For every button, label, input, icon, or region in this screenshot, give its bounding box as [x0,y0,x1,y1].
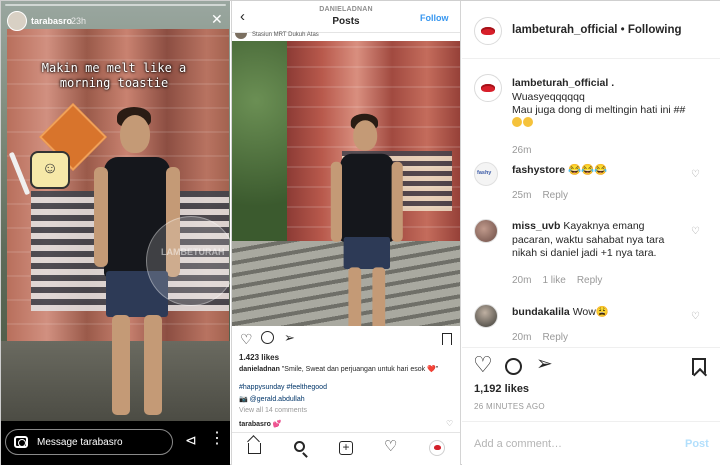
comment-heart-icon[interactable]: ♡ [446,419,453,428]
comment-time: 25m [512,190,532,201]
post-caption: danieladnan "Smile, Sweat dan perjuangan… [239,365,457,374]
close-icon[interactable]: ✕ [211,12,223,26]
caption-username[interactable]: lambeturah_official . [512,77,614,89]
account-header-line: lambeturah_official • Following [512,24,682,36]
caption-username[interactable]: danieladnan [239,366,280,373]
share-icon[interactable]: ➢ [284,330,295,346]
comment-item: miss_uvb Kayaknya emang pacaran, waktu s… [512,220,684,261]
comment-meta: 25m Reply [512,190,579,201]
commenter-avatar[interactable] [474,219,498,243]
post-hashtags[interactable]: #happysunday #feelthegood [239,384,327,391]
comment-like-heart-icon[interactable]: ♡ [691,311,700,322]
comment-time: 20m [512,332,532,343]
commenter-avatar[interactable] [474,304,498,328]
share-icon[interactable]: ➢ [536,354,553,374]
bookmark-icon[interactable] [692,358,706,375]
search-icon[interactable] [294,441,305,452]
follow-button[interactable]: Follow [420,13,449,23]
comment-text: Wow😩 [572,306,609,318]
watermark-logo: LAMBETURAH [146,216,230,306]
desktop-comments-panel: lambeturah_official • Following lambetur… [462,1,720,465]
post-likes-count[interactable]: 1.423 likes [239,353,279,362]
post-header: ‹ DANIELADNAN Posts Follow [232,1,460,33]
post-owner-username: DANIELADNAN [319,6,373,13]
comment-time: 20m [512,275,532,286]
comment-item: fashystore 😂😂😂 [512,164,682,178]
post-action-bar: ♡ ➢ [232,330,460,350]
first-comment: tarabasro 💕 [239,421,282,428]
direct-message-icon[interactable]: ⊲ [185,433,197,447]
account-username[interactable]: lambeturah_official [512,24,617,36]
profile-avatar-icon[interactable] [429,440,445,456]
commenter-avatar[interactable] [474,162,498,186]
activity-heart-icon[interactable]: ♡ [384,439,397,455]
caption-text: "Smile, Sweat dan perjuangan untuk hari … [281,366,439,373]
story-progress-bar [5,4,226,6]
post-photo[interactable] [232,41,460,326]
story-message-placeholder: Message tarabasro [37,437,123,448]
add-comment-row: Post [462,421,720,465]
like-heart-icon[interactable]: ♡ [240,331,253,347]
screenshot-collage: LAMBETURAH tarabasro 23h ✕ Makin me melt… [0,0,720,465]
caption-text: Wuasyeqqqqqq Mau juga dong di meltingin … [512,91,712,130]
post-comment-button[interactable]: Post [685,438,709,450]
bookmark-icon[interactable] [442,333,452,345]
account-avatar[interactable] [474,17,502,45]
comment-like-heart-icon[interactable]: ♡ [691,169,700,180]
comment-username[interactable]: fashystore [512,164,565,176]
caption-timestamp: 26m [512,145,532,156]
post-avatar[interactable] [235,33,247,39]
reply-button[interactable]: Reply [577,275,603,286]
camera-icon[interactable] [14,436,28,448]
story-viewer: LAMBETURAH tarabasro 23h ✕ Makin me melt… [1,1,230,465]
more-options-icon[interactable]: ⋮ [209,431,225,447]
story-caption: Makin me melt like a morning toastie [41,61,187,90]
emoji-icon [512,117,522,127]
following-button[interactable]: Following [628,24,682,36]
camera-emoji-icon: 📷 [239,396,248,403]
comment-icon[interactable] [505,358,522,375]
comment-username[interactable]: bundakalila [512,306,570,318]
story-username[interactable]: tarabasro [31,16,72,26]
bottom-tab-bar: + ♡ [232,432,460,465]
add-comment-input[interactable] [474,434,674,454]
post-location[interactable]: Stasiun MRT Dukuh Atas [252,32,319,38]
story-reply-bar: Message tarabasro ⊲ ⋮ [1,421,230,465]
story-timestamp: 23h [71,16,87,26]
desktop-action-bar: ♡ ➢ [462,347,720,387]
post-timestamp: 26 MINUTES AGO [474,402,545,411]
comment-item: bundakalila Wow😩 [512,306,682,320]
emoji-icon [523,117,533,127]
comment-like-heart-icon[interactable]: ♡ [691,226,700,237]
add-post-icon[interactable]: + [339,441,353,455]
comment-meta: 20m Reply [512,332,579,343]
story-avatar[interactable] [7,11,27,31]
mobile-post-view: ‹ DANIELADNAN Posts Follow Stasiun MRT D… [231,1,461,465]
reply-button[interactable]: Reply [542,332,568,343]
smile-face-icon: ☺ [41,160,59,177]
view-all-comments-link[interactable]: View all 14 comments [239,407,307,414]
post-credit: 📷 @gerald.abdullah [239,395,305,403]
comment-meta: 20m 1 like Reply [512,275,613,286]
home-icon[interactable] [248,443,261,454]
comments-header: lambeturah_official • Following [462,1,720,59]
comment-username[interactable]: miss_uvb [512,220,560,232]
post-likes-count[interactable]: 1,192 likes [474,383,529,395]
credit-mention-link[interactable]: @gerald.abdullah [250,396,305,403]
reply-button[interactable]: Reply [542,190,568,201]
like-heart-icon[interactable]: ♡ [473,354,493,376]
comment-likes-link[interactable]: 1 like [542,275,565,286]
story-message-field[interactable]: Message tarabasro [5,429,173,455]
comment-text: 😂😂😂 [568,164,608,176]
comment-icon[interactable] [261,331,274,344]
caption-avatar[interactable] [474,74,502,102]
